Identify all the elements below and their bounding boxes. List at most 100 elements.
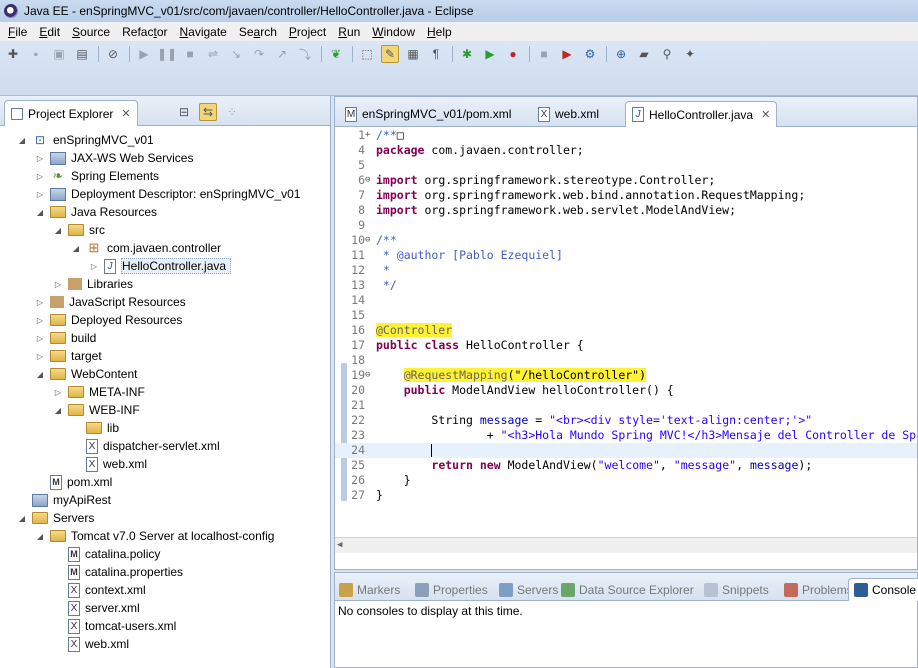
close-icon[interactable]: ✕ bbox=[121, 107, 130, 120]
bottom-tab[interactable]: Properties bbox=[415, 578, 488, 601]
code-line[interactable]: 5 bbox=[335, 158, 917, 173]
code-line[interactable]: 13 */ bbox=[335, 278, 917, 293]
fold-toggle-icon[interactable]: + bbox=[365, 128, 370, 143]
code-line[interactable]: 21 bbox=[335, 398, 917, 413]
tree-item[interactable]: ▷ META-INF bbox=[52, 383, 145, 401]
tree-item[interactable]: ◢ ⊞ com.javaen.controller bbox=[70, 239, 221, 257]
save-icon[interactable]: ▪ bbox=[27, 45, 45, 63]
expanded-arrow-icon[interactable]: ◢ bbox=[52, 406, 64, 415]
editor-tab[interactable]: MenSpringMVC_v01/pom.xml bbox=[339, 101, 517, 127]
menu-item[interactable]: Navigate bbox=[173, 25, 232, 39]
disconnect-icon[interactable]: ⇌ bbox=[204, 45, 222, 63]
code-line[interactable]: 4 package com.javaen.controller; bbox=[335, 143, 917, 158]
drop-to-frame-icon[interactable]: ⤵ bbox=[296, 45, 314, 63]
editor-tab[interactable]: J HelloController.java ✕ bbox=[625, 101, 778, 127]
bottom-tab[interactable]: Console bbox=[848, 578, 918, 601]
collapsed-arrow-icon[interactable]: ▷ bbox=[88, 262, 100, 271]
expanded-arrow-icon[interactable]: ◢ bbox=[34, 532, 46, 541]
code-line[interactable]: 25 return new ModelAndView("welcome", "m… bbox=[335, 458, 917, 473]
expanded-arrow-icon[interactable]: ◢ bbox=[70, 244, 82, 253]
tree-item[interactable]: myApiRest bbox=[16, 491, 111, 509]
code-line[interactable]: 6 ⊖ import org.springframework.stereotype.… bbox=[335, 173, 917, 188]
step-into-icon[interactable]: ↘ bbox=[227, 45, 245, 63]
code-line[interactable]: 1 + /**□ bbox=[335, 128, 917, 143]
tree-item[interactable]: Xweb.xml bbox=[52, 635, 129, 653]
tree-item[interactable]: ▷ target bbox=[34, 347, 102, 365]
profile-icon[interactable]: ▶ bbox=[558, 45, 576, 63]
tree-item[interactable]: ▷ build bbox=[34, 329, 96, 347]
menu-item[interactable]: Refactor bbox=[116, 25, 173, 39]
code-area[interactable]: ◀ 1 +/**□ 4 package com.javaen.controller; 5… bbox=[335, 127, 917, 553]
fold-toggle-icon[interactable]: ⊖ bbox=[365, 233, 370, 248]
menu-item[interactable]: Search bbox=[233, 25, 283, 39]
bottom-tab[interactable]: Snippets bbox=[704, 578, 769, 601]
tree-item[interactable]: ▷ J HelloController.java bbox=[88, 257, 232, 275]
menu-item[interactable]: Source bbox=[66, 25, 116, 39]
step-return-icon[interactable]: ↗ bbox=[273, 45, 291, 63]
expanded-arrow-icon[interactable]: ◢ bbox=[52, 226, 64, 235]
tree-item[interactable]: Xtomcat-users.xml bbox=[52, 617, 176, 635]
tab-project-explorer[interactable]: Project Explorer ✕ bbox=[4, 100, 138, 126]
bottom-tab[interactable]: Problems bbox=[784, 578, 853, 601]
tree-item[interactable]: ◢ ⊡ enSpringMVC_v01 bbox=[16, 131, 154, 149]
mark-occurrences-icon[interactable]: ✎ bbox=[381, 45, 399, 63]
step-over-icon[interactable]: ↷ bbox=[250, 45, 268, 63]
collapsed-arrow-icon[interactable]: ▷ bbox=[34, 154, 46, 163]
tree-item[interactable]: ▷ Deployment Descriptor: enSpringMVC_v01 bbox=[34, 185, 301, 203]
print-icon[interactable]: ▤ bbox=[73, 45, 91, 63]
skip-breakpoints-icon[interactable]: ⊘ bbox=[104, 45, 122, 63]
code-line[interactable]: 7 import org.springframework.web.bind.ann… bbox=[335, 188, 917, 203]
code-line[interactable]: 14 bbox=[335, 293, 917, 308]
collapsed-arrow-icon[interactable]: ▷ bbox=[34, 298, 46, 307]
code-line[interactable]: 8 import org.springframework.web.servlet.… bbox=[335, 203, 917, 218]
menu-item[interactable]: Run bbox=[332, 25, 366, 39]
menu-item[interactable]: Help bbox=[421, 25, 458, 39]
expanded-arrow-icon[interactable]: ◢ bbox=[34, 208, 46, 217]
stop-server-icon[interactable]: ■ bbox=[535, 45, 553, 63]
run-icon[interactable]: ▶ bbox=[481, 45, 499, 63]
tree-item[interactable]: Mcatalina.properties bbox=[52, 563, 183, 581]
view-menu-icon[interactable]: ⁘ bbox=[223, 103, 241, 121]
run-tools-icon[interactable]: ● bbox=[504, 45, 522, 63]
code-line[interactable]: 20 public ModelAndView helloController()… bbox=[335, 383, 917, 398]
suspend-icon[interactable]: ❚❚ bbox=[157, 45, 177, 63]
tree-item[interactable]: Mcatalina.policy bbox=[52, 545, 160, 563]
new-icon[interactable]: ✚ bbox=[4, 45, 22, 63]
collapsed-arrow-icon[interactable]: ▷ bbox=[52, 388, 64, 397]
tree-item[interactable]: ▷ JAX-WS Web Services bbox=[34, 149, 194, 167]
open-type-icon[interactable]: ⬚ bbox=[358, 45, 376, 63]
block-selection-icon[interactable]: ▦ bbox=[404, 45, 422, 63]
tree-item[interactable]: ◢ WebContent bbox=[34, 365, 138, 383]
tree-item[interactable]: ◢ Tomcat v7.0 Server at localhost-config bbox=[34, 527, 275, 545]
collapsed-arrow-icon[interactable]: ▷ bbox=[34, 334, 46, 343]
save-all-icon[interactable]: ▣ bbox=[50, 45, 68, 63]
horizontal-scrollbar[interactable]: ◀ bbox=[335, 537, 917, 553]
tree-item[interactable]: Xcontext.xml bbox=[52, 581, 146, 599]
code-line[interactable]: 24 bbox=[335, 443, 917, 458]
fold-toggle-icon[interactable]: ⊖ bbox=[365, 368, 370, 383]
menu-item[interactable]: Window bbox=[366, 25, 421, 39]
menu-item[interactable]: File bbox=[2, 25, 33, 39]
code-line[interactable]: 18 bbox=[335, 353, 917, 368]
collapsed-arrow-icon[interactable]: ▷ bbox=[34, 172, 46, 181]
fold-toggle-icon[interactable]: ⊖ bbox=[365, 173, 370, 188]
expanded-arrow-icon[interactable]: ◢ bbox=[34, 370, 46, 379]
code-line[interactable]: 11 * @author [Pablo Ezequiel] bbox=[335, 248, 917, 263]
terminate-icon[interactable]: ■ bbox=[181, 45, 199, 63]
tree-item[interactable]: ◢ WEB-INF bbox=[52, 401, 140, 419]
expanded-arrow-icon[interactable]: ◢ bbox=[16, 136, 28, 145]
code-line[interactable]: 17 public class HelloController { bbox=[335, 338, 917, 353]
close-icon[interactable]: ✕ bbox=[761, 108, 770, 121]
debug-icon[interactable]: ✱ bbox=[458, 45, 476, 63]
collapsed-arrow-icon[interactable]: ▷ bbox=[34, 190, 46, 199]
collapse-all-icon[interactable]: ⊟ bbox=[175, 103, 193, 121]
tree-item[interactable]: ▷ Libraries bbox=[52, 275, 133, 293]
expanded-arrow-icon[interactable]: ◢ bbox=[16, 514, 28, 523]
code-line[interactable]: 9 bbox=[335, 218, 917, 233]
search-icon[interactable]: ⚲ bbox=[658, 45, 676, 63]
open-task-icon[interactable]: ✦ bbox=[681, 45, 699, 63]
new-class-icon[interactable]: ⊕ bbox=[612, 45, 630, 63]
menu-item[interactable]: Edit bbox=[33, 25, 66, 39]
code-line[interactable]: 10 ⊖ /** bbox=[335, 233, 917, 248]
show-whitespace-icon[interactable]: ¶ bbox=[427, 45, 445, 63]
